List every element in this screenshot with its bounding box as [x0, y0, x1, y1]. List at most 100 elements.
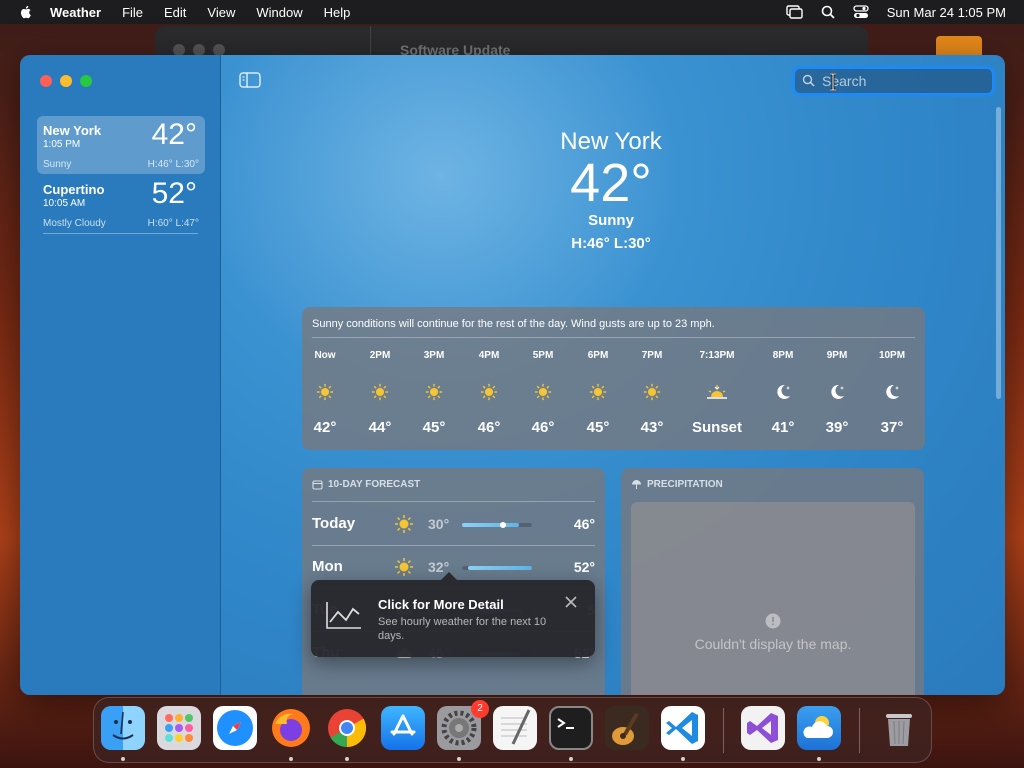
location-hilo: H:46° L:30°	[147, 159, 199, 170]
firefox-icon[interactable]	[269, 706, 313, 750]
safari-icon[interactable]	[213, 706, 257, 750]
precipitation-map[interactable]: Couldn't display the map.	[631, 502, 915, 695]
menu-edit[interactable]: Edit	[164, 5, 186, 20]
menu-clock[interactable]: Sun Mar 24 1:05 PM	[887, 5, 1006, 20]
running-indicator	[457, 757, 461, 761]
map-error-message: Couldn't display the map.	[694, 636, 852, 652]
screen-mirroring-icon[interactable]	[786, 5, 803, 19]
sun-icon	[394, 514, 414, 539]
location-hilo: H:60° L:47°	[147, 218, 199, 229]
forecast-day: Mon	[312, 558, 343, 575]
info-icon	[765, 613, 781, 629]
menu-file[interactable]: File	[122, 5, 143, 20]
search-field[interactable]: Search	[793, 67, 994, 95]
more-detail-tooltip[interactable]: Click for More Detail See hourly weather…	[311, 572, 595, 657]
location-time: 10:05 AM	[43, 198, 86, 209]
moon-icon	[758, 383, 808, 407]
weather-main: Search New York 42° Sunny H:46° L:30° Su…	[221, 55, 1005, 695]
visual-studio-icon[interactable]	[741, 706, 785, 750]
menu-view[interactable]: View	[207, 5, 235, 20]
hourly-column: 8PM 41°	[758, 350, 808, 436]
hour-label: 7PM	[641, 350, 663, 361]
spotlight-search-icon[interactable]	[821, 5, 835, 19]
close-window-button[interactable]	[40, 75, 52, 87]
sun-icon	[355, 383, 405, 407]
hour-label: 2PM	[369, 350, 391, 361]
precipitation-card[interactable]: PRECIPITATION Couldn't display the map.	[621, 468, 924, 695]
hour-label: 5PM	[532, 350, 554, 361]
running-indicator	[817, 757, 821, 761]
forecast-day: Today	[312, 515, 356, 532]
zoom-window-button[interactable]	[80, 75, 92, 87]
row-divider	[312, 545, 595, 546]
hourly-forecast-card[interactable]: Sunny conditions will continue for the r…	[302, 307, 925, 450]
location-name: Cupertino	[43, 182, 105, 197]
current-condition: Sunny	[588, 212, 634, 229]
running-indicator	[569, 757, 573, 761]
menu-bar: Weather File Edit View Window Help Sun M…	[0, 0, 1024, 24]
hour-temp: 45°	[422, 419, 446, 436]
location-condition: Mostly Cloudy	[43, 218, 106, 229]
location-item-cupertino[interactable]: Cupertino 10:05 AM 52° Mostly Cloudy H:6…	[37, 175, 205, 233]
launchpad-icon[interactable]	[157, 706, 201, 750]
running-indicator	[345, 757, 349, 761]
precipitation-title: PRECIPITATION	[647, 479, 723, 490]
hourly-summary: Sunny conditions will continue for the r…	[312, 318, 715, 330]
current-conditions: New York 42° Sunny H:46° L:30°	[511, 128, 711, 252]
menu-window[interactable]: Window	[256, 5, 302, 20]
hourly-divider	[312, 337, 915, 338]
hour-temp: 46°	[477, 419, 501, 436]
dock: 2	[93, 697, 932, 763]
apple-icon[interactable]	[18, 4, 34, 20]
current-city: New York	[560, 128, 662, 155]
location-item-new-york[interactable]: New York 1:05 PM 42° Sunny H:46° L:30°	[37, 116, 205, 174]
textedit-icon[interactable]	[493, 706, 537, 750]
vscode-icon[interactable]	[661, 706, 705, 750]
sun-icon	[627, 383, 677, 407]
precipitation-header: PRECIPITATION	[631, 479, 723, 490]
moon-icon	[867, 383, 917, 407]
sunset-icon	[691, 383, 743, 407]
garageband-icon[interactable]	[605, 706, 649, 750]
weather-window: New York 1:05 PM 42° Sunny H:46° L:30° C…	[20, 55, 1005, 695]
umbrella-icon	[632, 480, 641, 489]
hourly-column: 9PM 39°	[812, 350, 862, 436]
hourly-column: 7PM 43°	[627, 350, 677, 436]
scrollbar[interactable]	[996, 107, 1001, 399]
hour-temp: 42°	[313, 419, 337, 436]
current-temp: 42°	[570, 153, 652, 213]
sun-icon	[464, 383, 514, 407]
weather-app-icon[interactable]	[797, 706, 841, 750]
hour-label: 10PM	[878, 350, 906, 361]
hourly-column: 5PM 46°	[518, 350, 568, 436]
finder-icon[interactable]	[101, 706, 145, 750]
sun-icon	[409, 383, 459, 407]
dock-separator	[723, 708, 724, 753]
hour-temp: 43°	[640, 419, 664, 436]
temp-range-bar	[462, 566, 532, 570]
hour-label: 9PM	[826, 350, 848, 361]
hourly-column: 4PM 46°	[464, 350, 514, 436]
trash-icon[interactable]	[877, 706, 921, 750]
chrome-icon[interactable]	[325, 706, 369, 750]
minimize-window-button[interactable]	[60, 75, 72, 87]
sidebar-toggle-icon[interactable]	[239, 72, 261, 88]
ten-day-divider	[312, 501, 595, 502]
control-center-icon[interactable]	[853, 5, 869, 19]
forecast-high: 46°	[573, 516, 595, 532]
line-chart-icon	[326, 602, 361, 629]
hour-temp: 45°	[586, 419, 610, 436]
hourly-column: 3PM 45°	[409, 350, 459, 436]
forecast-low: 30°	[428, 516, 450, 532]
text-cursor-icon	[830, 73, 836, 91]
close-icon[interactable]	[565, 596, 577, 608]
terminal-icon[interactable]	[549, 706, 593, 750]
ten-day-row[interactable]: Today 30° 46°	[312, 509, 595, 539]
window-controls	[40, 75, 92, 87]
app-store-icon[interactable]	[381, 706, 425, 750]
menu-app-name[interactable]: Weather	[50, 5, 101, 20]
system-settings-icon[interactable]: 2	[437, 700, 489, 750]
hour-label: 3PM	[423, 350, 445, 361]
menu-help[interactable]: Help	[324, 5, 351, 20]
sun-icon	[518, 383, 568, 407]
